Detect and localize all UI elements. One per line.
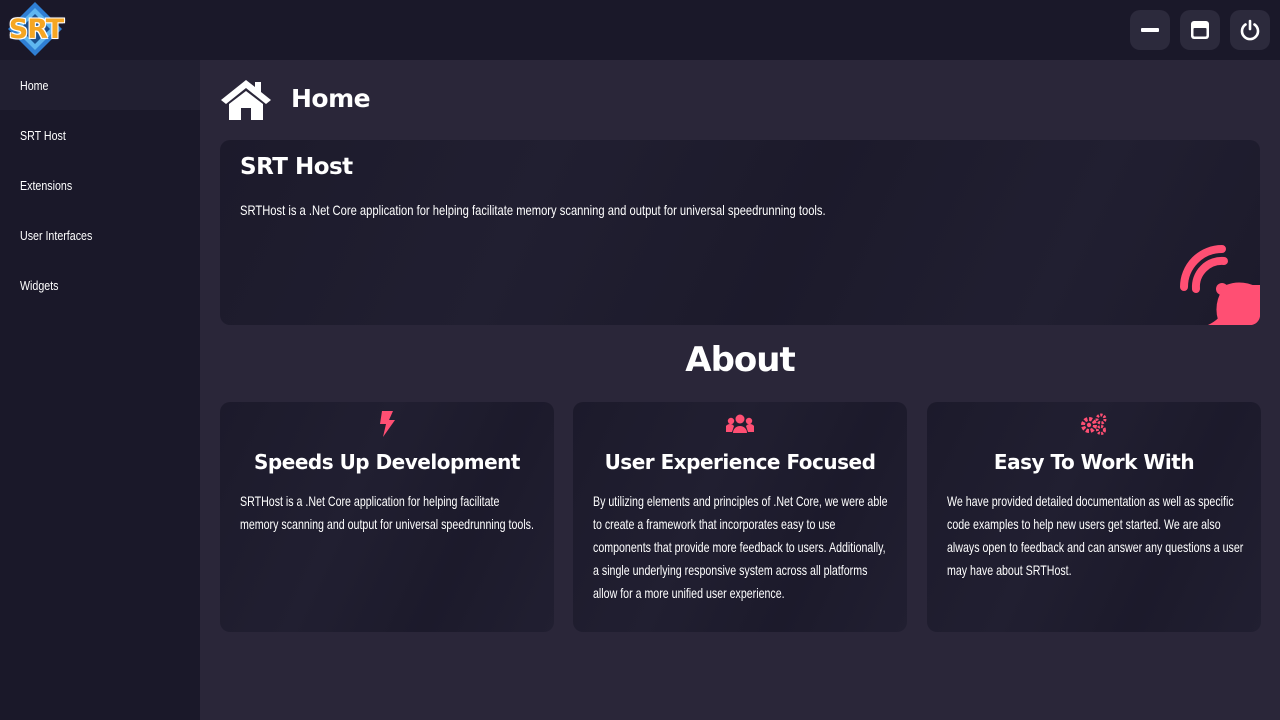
- hero-title: SRT Host: [240, 154, 353, 180]
- card-body: SRTHost is a .Net Core application for h…: [240, 493, 534, 532]
- bolt-icon: [380, 411, 395, 437]
- app-logo: SRT: [4, 0, 66, 60]
- cogs-icon: [1081, 413, 1107, 435]
- sidebar-item-srt-host[interactable]: SRT Host: [0, 110, 200, 160]
- sidebar-item-extensions[interactable]: Extensions: [0, 160, 200, 210]
- minimize-button[interactable]: [1130, 10, 1170, 50]
- main-content: Home SRT Host SRTHost is a .Net Core app…: [200, 60, 1280, 720]
- card-title: User Experience Focused: [604, 450, 876, 474]
- users-icon: [726, 414, 754, 433]
- title-bar: SRT: [0, 0, 1280, 60]
- hero-description: SRTHost is a .Net Core application for h…: [240, 202, 826, 218]
- card-body: We have provided detailed documentation …: [947, 493, 1244, 578]
- sidebar-item-label: SRT Host: [20, 127, 66, 143]
- feature-card: Easy To Work With We have provided detai…: [927, 402, 1261, 632]
- feature-card: User Experience Focused By utilizing ele…: [573, 402, 907, 632]
- sidebar-item-label: User Interfaces: [20, 227, 93, 243]
- sidebar: Home SRT Host Extensions User Interfaces…: [0, 60, 200, 720]
- sidebar-item-home[interactable]: Home: [0, 60, 200, 110]
- sidebar-item-label: Extensions: [20, 177, 73, 193]
- feature-card: Speeds Up Development SRTHost is a .Net …: [220, 402, 554, 632]
- sidebar-item-user-interfaces[interactable]: User Interfaces: [0, 210, 200, 260]
- hero-card: SRT Host SRTHost is a .Net Core applicat…: [220, 140, 1260, 325]
- sidebar-item-label: Widgets: [20, 277, 59, 293]
- power-icon: [1240, 19, 1260, 41]
- home-icon: [221, 80, 271, 120]
- maximize-icon: [1191, 21, 1209, 39]
- page-header: [220, 78, 272, 122]
- maximize-button[interactable]: [1180, 10, 1220, 50]
- card-body: By utilizing elements and principles of …: [593, 493, 888, 601]
- sidebar-item-label: Home: [20, 77, 49, 93]
- about-heading: About: [685, 340, 795, 380]
- power-button[interactable]: [1230, 10, 1270, 50]
- sidebar-item-widgets[interactable]: Widgets: [0, 260, 200, 310]
- card-title: Speeds Up Development: [254, 450, 520, 474]
- page-title: Home: [291, 84, 371, 113]
- card-title: Easy To Work With: [993, 450, 1195, 474]
- satellite-dish-icon: [1180, 245, 1260, 325]
- logo-text: SRT: [8, 14, 64, 45]
- minimize-icon: [1141, 28, 1159, 32]
